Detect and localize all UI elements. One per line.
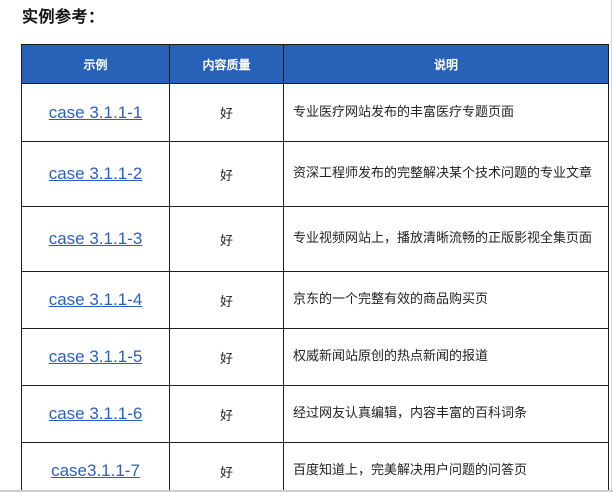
table-row: case 3.1.1-3 好 专业视频网站上，播放清晰流畅的正版影视全集页面 <box>21 206 609 272</box>
table-row: case 3.1.1-5 好 权威新闻站原创的热点新闻的报道 <box>21 328 609 386</box>
quality-cell: 好 <box>169 385 284 443</box>
table-row: case 3.1.1-4 好 京东的一个完整有效的商品购买页 <box>21 271 609 329</box>
document-page: 实例参考： 示例 内容质量 说明 case 3.1.1-1 好 专业医疗网站发布… <box>0 0 613 492</box>
case-link[interactable]: case 3.1.1-6 <box>49 404 143 423</box>
quality-cell: 好 <box>169 83 284 142</box>
case-link[interactable]: case 3.1.1-4 <box>49 290 143 309</box>
table-row: case3.1.1-7 好 百度知道上，完美解决用户问题的问答页 <box>21 442 609 492</box>
section-heading: 实例参考： <box>22 7 105 26</box>
header-quality: 内容质量 <box>169 44 284 84</box>
table-row: case 3.1.1-1 好 专业医疗网站发布的丰富医疗专题页面 <box>21 83 609 142</box>
example-cell: case 3.1.1-4 <box>21 271 170 329</box>
example-cell: case 3.1.1-6 <box>21 385 170 443</box>
page-edge-divider <box>611 0 612 492</box>
examples-table: 示例 内容质量 说明 case 3.1.1-1 好 专业医疗网站发布的丰富医疗专… <box>21 44 609 492</box>
example-cell: case 3.1.1-1 <box>21 83 170 142</box>
quality-cell: 好 <box>169 141 284 207</box>
description-cell: 京东的一个完整有效的商品购买页 <box>283 271 609 329</box>
header-description: 说明 <box>283 44 609 84</box>
example-cell: case 3.1.1-2 <box>21 141 170 207</box>
table-row: case 3.1.1-6 好 经过网友认真编辑，内容丰富的百科词条 <box>21 385 609 443</box>
description-cell: 资深工程师发布的完整解决某个技术问题的专业文章 <box>283 141 609 207</box>
table-row: case 3.1.1-2 好 资深工程师发布的完整解决某个技术问题的专业文章 <box>21 141 609 207</box>
quality-cell: 好 <box>169 206 284 272</box>
table-header-row: 示例 内容质量 说明 <box>21 44 609 84</box>
description-cell: 专业视频网站上，播放清晰流畅的正版影视全集页面 <box>283 206 609 272</box>
case-link[interactable]: case 3.1.1-5 <box>49 347 143 366</box>
case-link[interactable]: case3.1.1-7 <box>51 461 140 480</box>
description-cell: 经过网友认真编辑，内容丰富的百科词条 <box>283 385 609 443</box>
case-link[interactable]: case 3.1.1-1 <box>49 103 143 122</box>
case-link[interactable]: case 3.1.1-2 <box>49 164 143 183</box>
example-cell: case3.1.1-7 <box>21 442 170 492</box>
example-cell: case 3.1.1-3 <box>21 206 170 272</box>
quality-cell: 好 <box>169 442 284 492</box>
description-cell: 百度知道上，完美解决用户问题的问答页 <box>283 442 609 492</box>
header-example: 示例 <box>21 44 170 84</box>
example-cell: case 3.1.1-5 <box>21 328 170 386</box>
quality-cell: 好 <box>169 328 284 386</box>
quality-cell: 好 <box>169 271 284 329</box>
case-link[interactable]: case 3.1.1-3 <box>49 229 143 248</box>
description-cell: 权威新闻站原创的热点新闻的报道 <box>283 328 609 386</box>
description-cell: 专业医疗网站发布的丰富医疗专题页面 <box>283 83 609 142</box>
